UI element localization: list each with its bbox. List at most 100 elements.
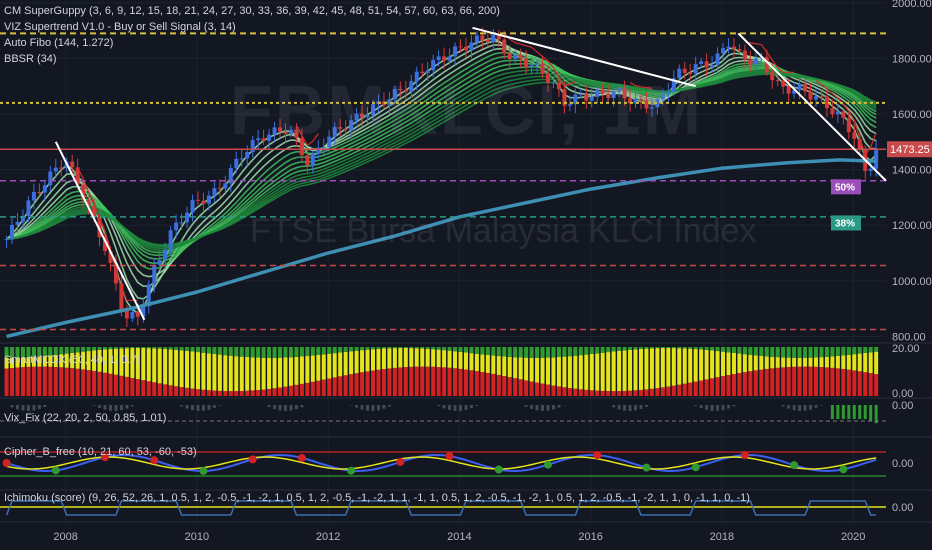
mcdx-bar-red — [638, 389, 643, 396]
mcdx-bar-red — [414, 366, 419, 396]
mcdx-bar-yellow — [649, 348, 654, 389]
pane-label-ichimoku[interactable]: Ichimoku (score) (9, 26, 52, 26, 1, 0.5,… — [4, 492, 750, 504]
mcdx-bar-yellow — [529, 357, 534, 382]
mcdx-bar-red — [338, 376, 343, 396]
cipher-dot — [593, 451, 602, 460]
mcdx-bar-red — [360, 372, 365, 396]
mcdx-bar-red — [64, 367, 69, 396]
mcdx-bar-yellow — [447, 350, 452, 368]
mcdx-bar-green — [195, 347, 200, 353]
mcdx-bar-green — [628, 347, 633, 350]
mcdx-bar-yellow — [551, 357, 556, 386]
mcdx-bar-red — [584, 389, 589, 396]
mcdx-bar-yellow — [392, 348, 397, 368]
mcdx-bar-green — [234, 347, 239, 357]
mcdx-bar-red — [103, 372, 108, 396]
vixfix-bar — [541, 405, 545, 411]
mcdx-bar-green — [152, 347, 157, 349]
mcdx-bar-green — [278, 347, 283, 358]
mcdx-bar-red — [803, 366, 808, 396]
mcdx-bar-red — [682, 383, 687, 396]
mcdx-bar-green — [578, 347, 583, 356]
legend-superguppy[interactable]: CM SuperGuppy (3, 6, 9, 12, 15, 18, 21, … — [4, 3, 500, 19]
candle-body — [830, 108, 835, 115]
vixfix-bar — [355, 405, 359, 408]
mcdx-bar-yellow — [699, 349, 704, 381]
mcdx-bar-yellow — [633, 349, 638, 391]
pane-label-mcdx[interactable]: SmartMCDX (50, 40, 1, 0.7) — [4, 354, 140, 366]
candle-body — [846, 117, 851, 133]
mcdx-bar-yellow — [157, 348, 162, 384]
mcdx-bar-red — [868, 373, 873, 396]
mcdx-bar-red — [113, 374, 118, 396]
mcdx-bar-yellow — [513, 357, 518, 379]
mcdx-bar-green — [480, 347, 485, 355]
price-tick-label: 1800.00 — [892, 53, 932, 65]
mcdx-bar-green — [813, 347, 818, 358]
candle-body — [808, 91, 813, 100]
candle-body — [59, 167, 64, 169]
mcdx-bar-green — [792, 347, 797, 358]
mcdx-bar-yellow — [163, 348, 168, 385]
mcdx-bar-green — [781, 347, 786, 358]
legend-bbsr[interactable]: BBSR (34) — [4, 51, 500, 67]
mcdx-bar-green — [157, 347, 162, 349]
candle-body — [748, 59, 753, 65]
mcdx-bar-yellow — [195, 352, 200, 390]
mcdx-bar-red — [212, 390, 217, 396]
mcdx-bar-green — [846, 347, 851, 355]
mcdx-bar-green — [75, 347, 80, 353]
vixfix-bar — [639, 405, 643, 409]
mcdx-bar-green — [540, 347, 545, 358]
vixfix-bar — [830, 405, 834, 419]
mcdx-bar-red — [425, 366, 430, 396]
mcdx-bar-red — [305, 382, 310, 396]
mcdx-bar-green — [753, 347, 758, 356]
mcdx-bar-yellow — [606, 352, 611, 392]
candle-body — [841, 111, 846, 118]
mcdx-bar-green — [409, 347, 414, 349]
candle-body — [699, 61, 704, 65]
price-tick-label: 1400.00 — [892, 165, 932, 177]
mcdx-bar-green — [775, 347, 780, 358]
mcdx-bar-yellow — [474, 353, 479, 372]
mcdx-bar-green — [764, 347, 769, 357]
mcdx-bar-yellow — [174, 349, 179, 387]
mcdx-bar-green — [179, 347, 184, 351]
vixfix-bar — [644, 405, 648, 407]
mcdx-bar-red — [349, 374, 354, 396]
legend-autofibo[interactable]: Auto Fibo (144, 1.272) — [4, 35, 500, 51]
mcdx-bar-red — [223, 391, 228, 396]
vixfix-bar — [43, 405, 47, 408]
mcdx-bar-yellow — [338, 352, 343, 377]
pane-tick-label: 0.00 — [892, 502, 913, 514]
mcdx-bar-red — [15, 367, 20, 396]
last-price-label: 1473.25 — [890, 144, 930, 156]
mcdx-bar-red — [31, 366, 36, 396]
cipher-dot — [494, 465, 503, 474]
mcdx-bar-green — [458, 347, 463, 352]
fib-label: 50% — [835, 182, 855, 193]
mcdx-bar-yellow — [185, 350, 190, 388]
mcdx-bar-green — [595, 347, 600, 354]
vixfix-bar — [300, 405, 304, 408]
vixfix-bar — [732, 405, 736, 407]
vixfix-bar — [699, 405, 703, 409]
mcdx-bar-red — [458, 368, 463, 396]
mcdx-bar-yellow — [190, 351, 195, 389]
vixfix-bar — [191, 405, 195, 411]
mcdx-bar-red — [852, 370, 857, 396]
mcdx-bar-red — [474, 371, 479, 396]
mcdx-bar-red — [535, 382, 540, 396]
mcdx-bar-red — [485, 372, 490, 396]
vixfix-bar — [196, 405, 200, 411]
pane-label-vixfix[interactable]: Vix_Fix (22, 20, 2, 50, 0.85, 1.01) — [4, 412, 166, 424]
mcdx-bar-green — [589, 347, 594, 354]
legend-supertrend[interactable]: VIZ Supertrend V1.0 - Buy or Sell Signal… — [4, 19, 500, 35]
vixfix-bar — [98, 405, 102, 408]
mcdx-bar-red — [600, 390, 605, 396]
vixfix-bar — [781, 405, 785, 407]
price-tick-label: 800.00 — [892, 331, 926, 343]
pane-label-cipher[interactable]: Cipher_B_free (10, 21, 60, 53, -60, -53) — [4, 446, 197, 458]
cipher-dot — [347, 466, 356, 475]
